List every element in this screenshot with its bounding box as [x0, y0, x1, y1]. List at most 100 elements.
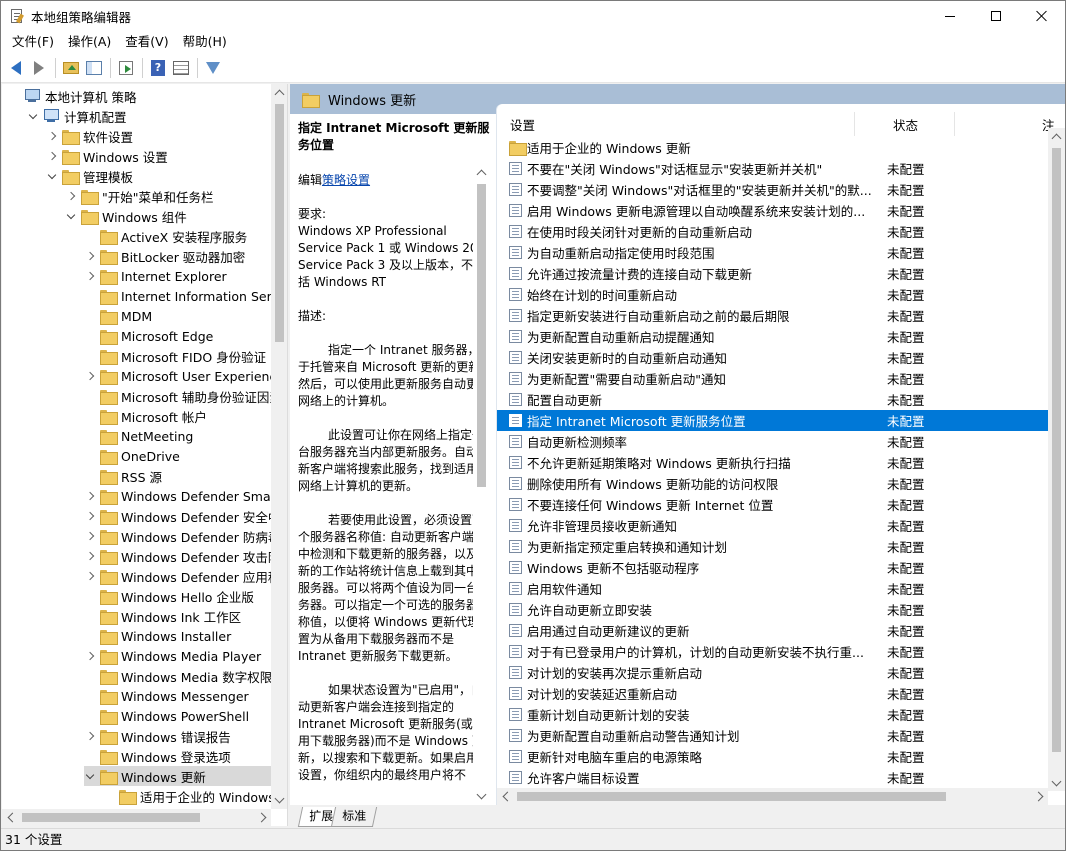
chevron-right-icon[interactable]: [65, 186, 77, 206]
tree-item[interactable]: Windows PowerShell: [84, 706, 249, 726]
tree-item[interactable]: Microsoft User Experience V: [84, 366, 287, 386]
tree-item[interactable]: RSS 源: [84, 466, 162, 486]
policy-row[interactable]: 允许通过按流量计费的连接自动下载更新 未配置: [497, 263, 1048, 284]
scroll-right-icon[interactable]: [254, 809, 271, 826]
tree-item[interactable]: Microsoft 帐户: [84, 406, 207, 426]
description-scroll-thumb[interactable]: [477, 184, 486, 487]
scroll-down-icon[interactable]: [271, 791, 287, 808]
tree-item[interactable]: Windows 更新: [84, 766, 271, 786]
policy-row[interactable]: 对计划的安装延迟重新启动 未配置: [497, 683, 1048, 704]
chevron-right-icon[interactable]: [84, 486, 96, 506]
tree-item[interactable]: Microsoft FIDO 身份验证: [84, 346, 266, 366]
policy-row[interactable]: 允许自动更新立即安装 未配置: [497, 599, 1048, 620]
tree-item[interactable]: Internet Explorer: [84, 266, 227, 286]
minimize-button[interactable]: [927, 1, 973, 31]
tree-item[interactable]: 计算机配置: [27, 106, 127, 126]
tree-item[interactable]: 管理模板: [46, 166, 133, 186]
policy-row[interactable]: 启用软件通知 未配置: [497, 578, 1048, 599]
close-button[interactable]: [1019, 1, 1065, 31]
tree-item[interactable]: Microsoft 辅助身份验证因素: [84, 386, 282, 406]
policy-row[interactable]: 启用通过自动更新建议的更新 未配置: [497, 620, 1048, 641]
up-level-button[interactable]: [60, 57, 82, 79]
chevron-right-icon[interactable]: [46, 146, 58, 166]
policy-row[interactable]: 为更新指定预定重启转换和通知计划 未配置: [497, 536, 1048, 557]
column-header-setting[interactable]: 设置: [510, 115, 535, 134]
scroll-up-icon[interactable]: [1048, 128, 1065, 145]
tree-item[interactable]: Windows Defender 防病毒程: [84, 526, 287, 546]
scroll-down-icon[interactable]: [473, 787, 490, 804]
export-list-button[interactable]: [115, 57, 137, 79]
policy-settings-link[interactable]: 策略设置: [322, 173, 370, 187]
chevron-right-icon[interactable]: [46, 126, 58, 146]
policy-row[interactable]: Windows 更新不包括驱动程序 未配置: [497, 557, 1048, 578]
policy-row[interactable]: 指定 Intranet Microsoft 更新服务位置 未配置: [497, 410, 1048, 431]
tree-item[interactable]: Microsoft Edge: [84, 326, 213, 346]
list-vertical-scrollbar[interactable]: [1048, 128, 1065, 791]
tree-item[interactable]: Windows 设置: [46, 146, 168, 166]
policy-row[interactable]: 始终在计划的时间重新启动 未配置: [497, 284, 1048, 305]
tree-item[interactable]: Windows Defender 应用程序: [84, 566, 287, 586]
chevron-right-icon[interactable]: [84, 726, 96, 746]
tree-item[interactable]: Windows Ink 工作区: [84, 606, 241, 626]
chevron-right-icon[interactable]: [84, 506, 96, 526]
list-hscroll-thumb[interactable]: [517, 792, 946, 801]
policy-row[interactable]: 不要连接任何 Windows 更新 Internet 位置 未配置: [497, 494, 1048, 515]
show-hide-tree-button[interactable]: [83, 57, 105, 79]
tree-item[interactable]: 本地计算机 策略: [8, 86, 136, 106]
tree-item[interactable]: Internet Information Services: [84, 286, 287, 306]
column-divider[interactable]: [954, 112, 955, 136]
chevron-right-icon[interactable]: [84, 646, 96, 666]
chevron-down-icon[interactable]: [65, 206, 77, 226]
policy-row[interactable]: 不要调整"关闭 Windows"对话框里的"安装更新并关机"的默... 未配置: [497, 179, 1048, 200]
policy-row[interactable]: 允许非管理员接收更新通知 未配置: [497, 515, 1048, 536]
chevron-down-icon[interactable]: [84, 766, 96, 786]
tree-item[interactable]: "开始"菜单和任务栏: [65, 186, 214, 206]
policy-row[interactable]: 为更新配置自动重新启动警告通知计划 未配置: [497, 725, 1048, 746]
policy-row[interactable]: 关闭安装更新时的自动重新启动通知 未配置: [497, 347, 1048, 368]
tree-item[interactable]: Windows Defender 攻击防护: [84, 546, 287, 566]
tree-item[interactable]: Windows 组件: [65, 206, 187, 226]
tree-item[interactable]: Windows Media Player: [84, 646, 261, 666]
policy-row[interactable]: 对于有已登录用户的计算机，计划的自动更新安装不执行重... 未配置: [497, 641, 1048, 662]
tree-item[interactable]: Windows Defender SmartScr: [84, 486, 287, 506]
chevron-down-icon[interactable]: [27, 106, 39, 126]
column-header-state[interactable]: 状态: [893, 115, 918, 134]
tree-item[interactable]: 软件设置: [46, 126, 133, 146]
chevron-right-icon[interactable]: [84, 246, 96, 266]
tree-hscroll-thumb[interactable]: [22, 813, 200, 822]
chevron-right-icon[interactable]: [84, 546, 96, 566]
policy-row[interactable]: 重新计划自动更新计划的安装 未配置: [497, 704, 1048, 725]
back-button[interactable]: [5, 57, 27, 79]
policy-row[interactable]: 为更新配置"需要自动重新启动"通知 未配置: [497, 368, 1048, 389]
policy-row[interactable]: 删除使用所有 Windows 更新功能的访问权限 未配置: [497, 473, 1048, 494]
tree-item[interactable]: 适用于企业的 Windows 更: [103, 786, 287, 806]
policy-row[interactable]: 在使用时段关闭针对更新的自动重新启动 未配置: [497, 221, 1048, 242]
tree-item[interactable]: Windows Installer: [84, 626, 231, 646]
chevron-right-icon[interactable]: [84, 566, 96, 586]
policy-row[interactable]: 指定更新安装进行自动重新启动之前的最后期限 未配置: [497, 305, 1048, 326]
column-divider[interactable]: [854, 112, 855, 136]
policy-row[interactable]: 为更新配置自动重新启动提醒通知 未配置: [497, 326, 1048, 347]
tree-pane[interactable]: 本地计算机 策略 计算机配置 软件设置 Windows 设置 管理模板 "开始"菜单和任务…: [2, 84, 288, 826]
chevron-right-icon[interactable]: [84, 526, 96, 546]
help-button[interactable]: ?: [147, 57, 169, 79]
policy-row[interactable]: 不允许更新延期策略对 Windows 更新执行扫描 未配置: [497, 452, 1048, 473]
tree-scroll-thumb[interactable]: [275, 104, 284, 342]
policy-row[interactable]: 允许客户端目标设置 未配置: [497, 767, 1048, 788]
description-scrollbar[interactable]: [473, 164, 490, 805]
scroll-up-icon[interactable]: [271, 84, 287, 101]
scroll-left-icon[interactable]: [2, 809, 19, 826]
tree-item[interactable]: MDM: [84, 306, 152, 326]
tree-item[interactable]: Windows Hello 企业版: [84, 586, 254, 606]
tree-horizontal-scrollbar[interactable]: [2, 809, 271, 826]
menu-file[interactable]: 文件(F): [5, 31, 61, 53]
policy-row[interactable]: 配置自动更新 未配置: [497, 389, 1048, 410]
scroll-left-icon[interactable]: [497, 788, 514, 805]
list-scroll-thumb[interactable]: [1052, 148, 1061, 752]
list-folder-row[interactable]: 适用于企业的 Windows 更新: [497, 137, 1048, 158]
scroll-up-icon[interactable]: [473, 164, 490, 181]
policy-row[interactable]: 自动更新检测频率 未配置: [497, 431, 1048, 452]
tree-item[interactable]: Windows Messenger: [84, 686, 249, 706]
list-horizontal-scrollbar[interactable]: [497, 788, 1048, 805]
menu-view[interactable]: 查看(V): [118, 31, 175, 53]
